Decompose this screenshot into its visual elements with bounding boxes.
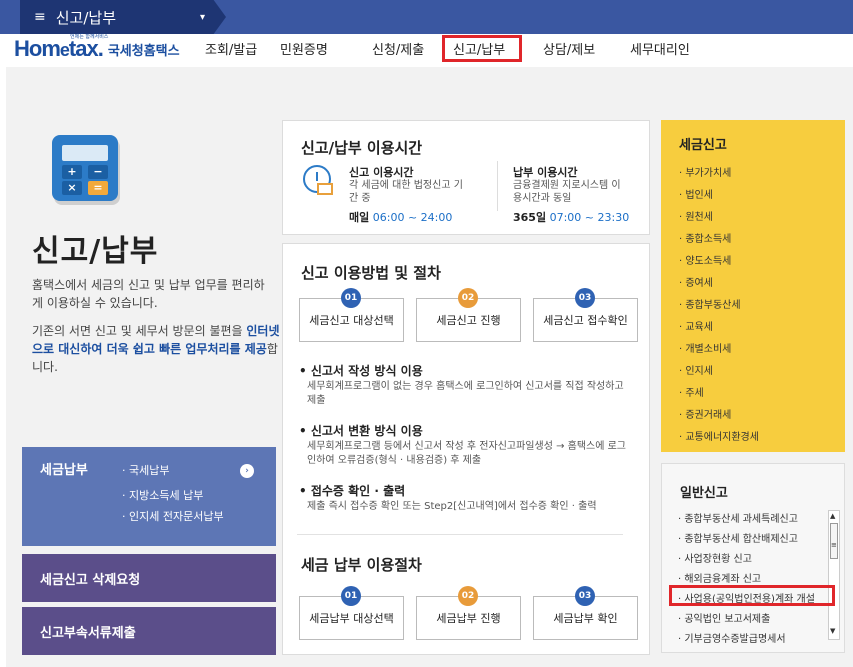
tax-report-link[interactable]: · 교육세: [679, 318, 713, 333]
menu-label: 신고/납부: [55, 8, 116, 27]
logo-subtext: 국세청홈택스: [107, 44, 180, 59]
tax-report-delete-button[interactable]: 세금신고 삭제요청: [22, 554, 276, 602]
scroll-grip-icon: ≡: [831, 541, 837, 549]
report-hours-time: 매일 06:00 ~ 24:00: [349, 211, 453, 224]
tax-report-link[interactable]: · 법인세: [679, 186, 713, 201]
tax-report-link[interactable]: · 종합소득세: [679, 230, 731, 245]
report-hours-label: 신고 이용시간: [349, 166, 414, 179]
step-number-badge: 03: [575, 288, 595, 308]
bullet-title: • 신고서 변환 방식 이용: [299, 424, 423, 438]
general-report-box: 일반신고 · 종합부동산세 과세특례신고 · 종합부동산세 합산배제신고 · 사…: [661, 463, 845, 653]
attachment-submit-button[interactable]: 신고부속서류제출: [22, 607, 276, 655]
tax-report-link[interactable]: · 증권거래세: [679, 406, 731, 421]
top-bar: ≡ 신고/납부 ▾: [0, 0, 853, 34]
general-report-link[interactable]: · 사업장현황 신고: [678, 550, 752, 565]
payment-procedure-title: 세금 납부 이용절차: [301, 556, 422, 574]
tax-report-link[interactable]: · 양도소득세: [679, 252, 731, 267]
step-number-badge: 01: [341, 586, 361, 606]
usage-hours-panel: 신고/납부 이용시간 신고 이용시간 각 세금에 대한 법정신고 기간 중 매일…: [282, 120, 650, 235]
tax-payment-box: 세금납부 · 국세납부 · 지방소득세 납부 · 인지세 전자문서납부 ›: [22, 447, 276, 546]
nav-apply[interactable]: 신청/제출: [372, 39, 424, 58]
step-number-badge: 01: [341, 288, 361, 308]
report-method-title: 신고 이용방법 및 절차: [301, 264, 441, 282]
stamp-tax-link[interactable]: · 인지세 전자문서납부: [122, 508, 224, 524]
nav-inquiry[interactable]: 조회/발급: [205, 39, 257, 58]
step-number-badge: 02: [458, 586, 478, 606]
tax-payment-title[interactable]: 세금납부: [40, 459, 88, 478]
report-hours-desc: 각 세금에 대한 법정신고 기간 중: [349, 180, 463, 204]
section-divider: [297, 534, 623, 535]
nav-active-highlight: [442, 35, 522, 62]
logo-tagline: 언제든 함께서비스: [70, 34, 109, 40]
equals-key: =: [88, 181, 108, 195]
bullet-desc: 세무회계프로그램 등에서 신고서 작성 후 전자신고파일생성 → 홈택스에 로그…: [307, 441, 627, 466]
general-report-link[interactable]: · 종합부동산세 합산배제신고: [678, 530, 798, 545]
step-number-badge: 02: [458, 288, 478, 308]
divider: [497, 161, 498, 211]
arrow-right-icon[interactable]: ›: [240, 464, 254, 478]
general-report-link[interactable]: · 공익법인 보고서제출: [678, 610, 770, 625]
calculator-screen: [62, 145, 108, 161]
minus-key: −: [88, 165, 108, 179]
general-report-link[interactable]: · 종합부동산세 과세특례신고: [678, 510, 798, 525]
highlighted-item-box: [669, 585, 835, 606]
usage-hours-title: 신고/납부 이용시간: [301, 139, 423, 157]
tax-report-link[interactable]: · 증여세: [679, 274, 713, 289]
caret-down-icon: ▾: [200, 11, 206, 23]
scrollbar[interactable]: ▲ ≡ ▼: [828, 510, 840, 640]
bullet-desc: 제출 즉시 접수증 확인 또는 Step2[신고내역]에서 접수증 확인 · 출…: [307, 501, 597, 512]
bullet-title: • 접수증 확인 · 출력: [299, 484, 406, 498]
tax-report-link[interactable]: · 부가가치세: [679, 164, 731, 179]
tax-report-link[interactable]: · 원천세: [679, 208, 713, 223]
nav-tax-agent[interactable]: 세무대리인: [630, 39, 690, 58]
calendar-icon: [317, 183, 333, 195]
tax-report-link[interactable]: · 개별소비세: [679, 340, 731, 355]
plus-key: +: [62, 165, 82, 179]
page-description: 홈택스에서 세금의 신고 및 납부 업무를 편리하게 이용하실 수 있습니다.: [32, 278, 265, 310]
tax-report-link[interactable]: · 주세: [679, 384, 704, 399]
calculator-icon: + − × =: [52, 135, 118, 201]
tax-report-title: 세금신고: [679, 138, 727, 153]
page-title: 신고/납부: [32, 234, 159, 269]
step-number-badge: 03: [575, 586, 595, 606]
menu-toggle-button[interactable]: ≡ 신고/납부 ▾: [20, 0, 226, 34]
tax-report-link[interactable]: · 종합부동산세: [679, 296, 741, 311]
times-key: ×: [62, 181, 82, 195]
report-method-panel: 신고 이용방법 및 절차 세금신고 대상선택 세금신고 진행 세금신고 접수확인…: [282, 243, 650, 655]
general-report-title: 일반신고: [680, 486, 728, 501]
nav-certificate[interactable]: 민원증명: [280, 39, 328, 58]
header: 언제든 함께서비스 Hometax. 국세청홈택스 조회/발급 민원증명 신청/…: [0, 34, 853, 67]
scroll-down-icon[interactable]: ▼: [830, 627, 835, 635]
pay-hours-label: 납부 이용시간: [513, 166, 578, 179]
page-description-2: 기존의 서면 신고 및 세무서 방문의 불편을 인터넷으로 대신하여 더욱 쉽고…: [32, 324, 280, 374]
tax-report-link[interactable]: · 인지세: [679, 362, 713, 377]
nav-consult[interactable]: 상담/제보: [543, 39, 595, 58]
tax-report-box: 세금신고 · 부가가치세 · 법인세 · 원천세 · 종합소득세 · 양도소득세…: [661, 120, 845, 452]
bullet-title: • 신고서 작성 방식 이용: [299, 364, 423, 378]
pay-hours-time: 365일 07:00 ~ 23:30: [513, 211, 630, 224]
general-report-link[interactable]: · 해외금융계좌 신고: [678, 570, 761, 585]
bullet-desc: 세무회계프로그램이 없는 경우 홈택스에 로그인하여 신고서를 직접 작성하고 …: [307, 381, 624, 406]
national-tax-payment-link[interactable]: · 국세납부: [122, 462, 169, 478]
scroll-up-icon[interactable]: ▲: [830, 512, 835, 520]
pay-hours-desc: 금융결제원 지로시스템 이용시간과 동일: [513, 180, 621, 204]
tax-report-link[interactable]: · 교통에너지환경세: [679, 428, 759, 443]
hamburger-icon: ≡: [34, 9, 46, 25]
local-income-tax-link[interactable]: · 지방소득세 납부: [122, 487, 203, 503]
hometax-logo[interactable]: 언제든 함께서비스 Hometax. 국세청홈택스: [14, 34, 180, 62]
general-report-link[interactable]: · 기부금영수증발급명세서: [678, 630, 786, 645]
